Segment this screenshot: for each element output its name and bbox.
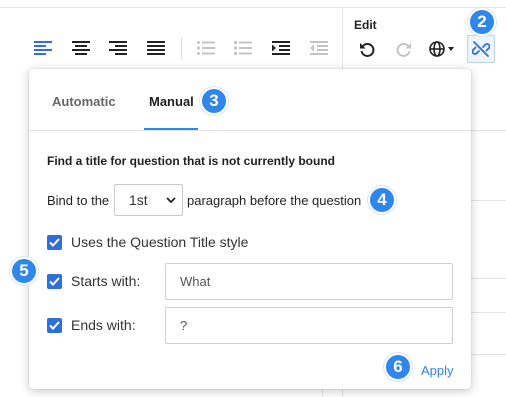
justify-icon[interactable]	[143, 35, 169, 61]
uses-title-style-option: Uses the Question Title style	[47, 234, 347, 254]
ends-with-option: Ends with:	[47, 317, 177, 337]
undo-icon[interactable]	[354, 36, 380, 62]
bulleted-list-icon[interactable]	[193, 35, 219, 61]
bind-prefix-label: Bind to the	[47, 193, 110, 208]
paragraph-select-value: 1st	[129, 192, 148, 208]
align-left-icon[interactable]	[30, 35, 56, 61]
apply-button[interactable]: Apply	[421, 363, 454, 378]
active-tab-indicator	[144, 128, 198, 130]
language-icon[interactable]	[426, 36, 458, 62]
bind-suffix-label: paragraph before the question	[187, 193, 362, 208]
redo-icon[interactable]	[391, 36, 417, 62]
callout-badge-5: 5	[10, 257, 38, 285]
bg-divider	[471, 312, 506, 313]
callout-badge-6: 6	[384, 353, 412, 381]
ends-with-checkbox[interactable]	[47, 318, 62, 333]
tab-automatic[interactable]: Automatic	[52, 94, 116, 109]
ends-with-label: Ends with:	[71, 317, 136, 333]
starts-with-checkbox[interactable]	[47, 274, 62, 289]
numbered-list-icon[interactable]	[230, 35, 256, 61]
uses-title-style-label: Uses the Question Title style	[71, 234, 249, 250]
checkmark-icon	[49, 238, 60, 247]
ends-with-input[interactable]: ?	[165, 307, 453, 344]
bg-divider	[471, 354, 506, 355]
chevron-down-icon	[166, 197, 176, 204]
edit-group-label: Edit	[354, 18, 377, 32]
section-heading: Find a title for question that is not cu…	[47, 154, 335, 168]
toolbar-top-edge	[0, 0, 506, 8]
bg-divider	[471, 130, 506, 131]
paragraph-select[interactable]: 1st	[114, 184, 183, 216]
title-binding-panel: Automatic Manual Find a title for questi…	[29, 69, 471, 389]
outdent-icon[interactable]	[306, 35, 332, 61]
uses-title-style-checkbox[interactable]	[47, 235, 62, 250]
checkmark-icon	[49, 277, 60, 286]
bind-row: Bind to the 1st paragraph before the que…	[47, 184, 467, 216]
tab-bar: Automatic Manual	[29, 69, 471, 131]
callout-badge-2: 2	[468, 8, 496, 36]
callout-badge-4: 4	[368, 186, 396, 214]
toolbar-separator	[181, 38, 182, 60]
align-center-icon[interactable]	[68, 35, 94, 61]
tab-manual[interactable]: Manual	[149, 94, 194, 109]
unlink-icon[interactable]	[468, 36, 494, 62]
bg-divider	[471, 278, 506, 279]
starts-with-option: Starts with:	[47, 273, 177, 293]
bg-divider	[471, 200, 506, 201]
callout-badge-3: 3	[200, 87, 228, 115]
align-right-icon[interactable]	[105, 35, 131, 61]
starts-with-label: Starts with:	[71, 273, 141, 289]
checkmark-icon	[49, 321, 60, 330]
indent-icon[interactable]	[268, 35, 294, 61]
starts-with-input[interactable]: What	[165, 263, 453, 300]
editor-page: Edit Automatic Manual Find a title for q…	[0, 0, 506, 397]
